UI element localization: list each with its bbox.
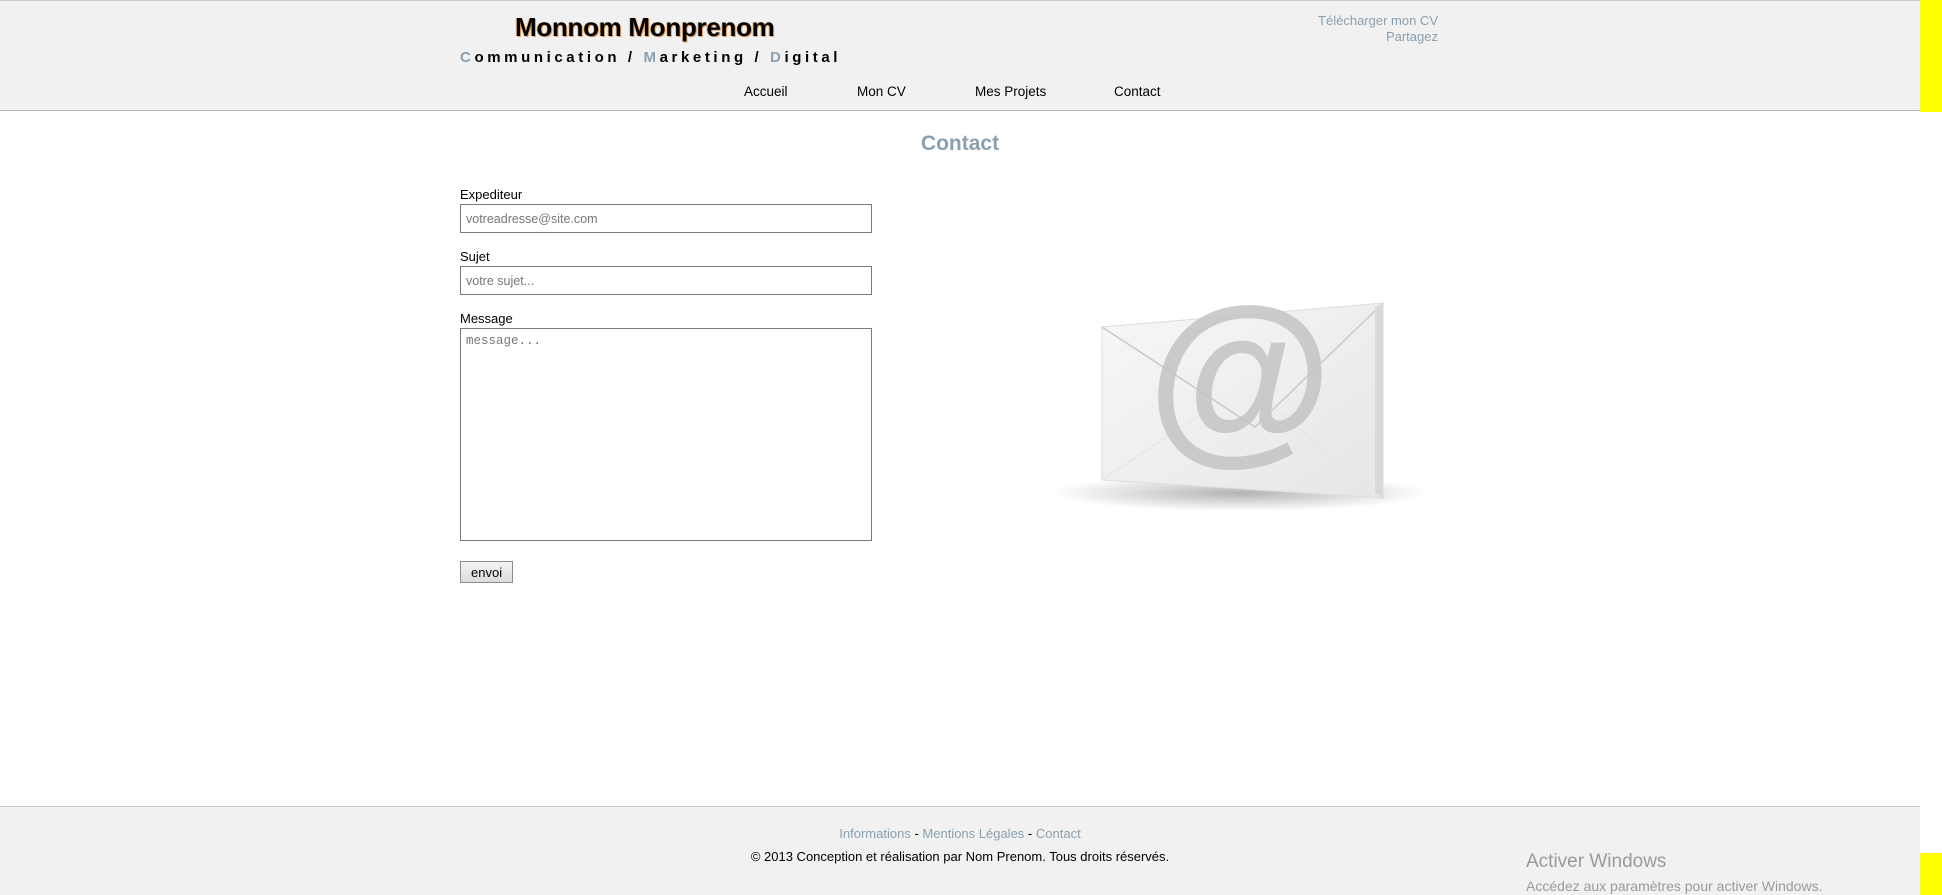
message-field-group: Message (460, 311, 872, 541)
subject-label: Sujet (460, 249, 490, 264)
footer-link-contact[interactable]: Contact (1036, 826, 1081, 841)
tagline-separator: / (620, 49, 644, 66)
footer-link-informations[interactable]: Informations (839, 826, 911, 841)
sender-email-input[interactable] (460, 204, 872, 233)
tagline-initial: C (460, 49, 475, 66)
footer-links: Informations - Mentions Légales - Contac… (0, 826, 1920, 841)
sender-label: Expediteur (460, 187, 523, 202)
footer-link-mentions-legales[interactable]: Mentions Légales (922, 826, 1024, 841)
subject-field-group: Sujet (460, 249, 872, 295)
tagline-word: ommunication (474, 49, 621, 66)
site-name: Monnom Monprenom (515, 12, 775, 42)
scrollbar-highlight-bottom[interactable] (1920, 853, 1942, 895)
subject-input[interactable] (460, 266, 872, 295)
watermark-title: Activer Windows (1526, 851, 1667, 872)
tagline-word: arketing (659, 49, 747, 66)
envelope-at-icon: @ (1040, 269, 1430, 540)
tagline-initial: M (643, 49, 660, 66)
contact-form: Expediteur Sujet Message envoi (460, 187, 872, 583)
nav-item-accueil[interactable]: Accueil (744, 84, 788, 99)
tagline-word: igital (784, 49, 842, 66)
tagline-initial: D (770, 49, 785, 66)
footer-separator: - (1024, 826, 1036, 841)
nav-item-mon-cv[interactable]: Mon CV (857, 84, 906, 99)
svg-text:@: @ (1147, 295, 1332, 481)
watermark-subtitle: Accédez aux paramètres pour activer Wind… (1526, 878, 1823, 894)
share-link[interactable]: Partagez (1318, 29, 1438, 45)
download-cv-link[interactable]: Télécharger mon CV (1318, 13, 1438, 29)
scrollbar-highlight-top[interactable] (1920, 0, 1942, 112)
tagline-separator: / (746, 49, 771, 66)
sender-field-group: Expediteur (460, 187, 872, 233)
main-nav: Accueil Mon CV Mes Projets Contact (0, 84, 1920, 104)
message-textarea[interactable] (460, 328, 872, 541)
send-button[interactable]: envoi (460, 561, 514, 583)
nav-item-mes-projets[interactable]: Mes Projets (975, 84, 1046, 99)
top-links: Télécharger mon CV Partagez (1318, 13, 1438, 45)
page-title: Contact (920, 132, 1000, 155)
footer-separator: - (910, 826, 923, 841)
nav-item-contact[interactable]: Contact (1114, 84, 1161, 99)
windows-activation-watermark: Activer Windows Accédez aux paramètres p… (1526, 851, 1822, 895)
site-header: Monnom Monprenom Communication / Marketi… (0, 0, 1920, 111)
message-label: Message (460, 311, 513, 326)
site-tagline: Communication / Marketing / Digital (460, 49, 841, 66)
